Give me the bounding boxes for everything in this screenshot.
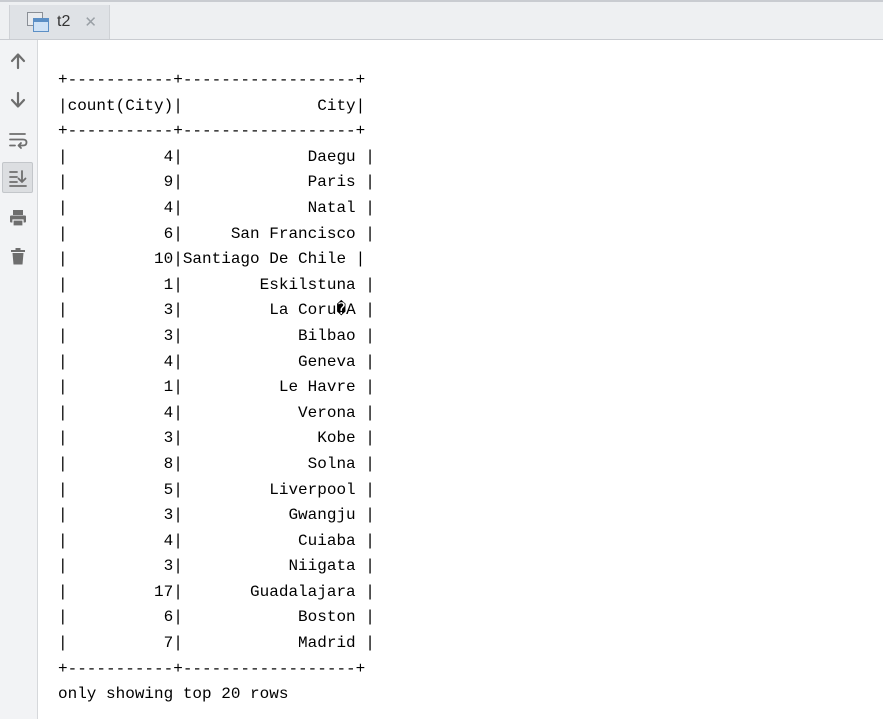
down-button[interactable]: [2, 84, 33, 115]
table-row: | 4| Daegu |: [58, 147, 375, 166]
scroll-to-end-icon: [8, 169, 27, 187]
table-row: | 17| Guadalajara |: [58, 582, 375, 601]
up-button[interactable]: [2, 45, 33, 76]
table-row: | 3| La Coru�A |: [58, 301, 375, 320]
tab-bar: t2 ✕: [0, 0, 883, 40]
table-row: | 4| Cuiaba |: [58, 531, 375, 550]
table-row: | 3| Bilbao |: [58, 326, 375, 345]
table-row: | 5| Liverpool |: [58, 480, 375, 499]
close-icon[interactable]: ✕: [84, 15, 97, 30]
tab-title: t2: [57, 13, 71, 30]
trash-icon: [10, 247, 25, 264]
table-row: | 9| Paris |: [58, 173, 375, 192]
table-border-bottom: +-----------+------------------+: [58, 659, 366, 678]
soft-wrap-button[interactable]: [2, 124, 33, 155]
table-row: | 6| San Francisco |: [58, 224, 375, 243]
run-console-window: t2 ✕ +-----------+------------------+ |c…: [0, 0, 883, 719]
console-window-icon: [27, 12, 49, 32]
table-row: | 1| Le Havre |: [58, 378, 375, 397]
console-toolbar: [0, 40, 38, 719]
soft-wrap-icon: [8, 132, 27, 149]
print-button[interactable]: [2, 202, 33, 233]
table-row: | 3| Kobe |: [58, 429, 375, 448]
table-row: | 10|Santiago De Chile |: [58, 250, 366, 269]
table-row: | 1| Eskilstuna |: [58, 275, 375, 294]
print-icon: [9, 209, 26, 227]
table-row: | 4| Verona |: [58, 403, 375, 422]
arrow-down-icon: [10, 91, 25, 108]
scroll-to-end-button[interactable]: [2, 162, 33, 193]
table-row: | 6| Boston |: [58, 608, 375, 627]
footer-text: only showing top 20 rows: [58, 685, 289, 704]
table-row: | 4| Geneva |: [58, 352, 375, 371]
console-output: +-----------+------------------+ |count(…: [58, 68, 375, 708]
tab-t2[interactable]: t2 ✕: [9, 5, 110, 39]
table-row: | 3| Niigata |: [58, 557, 375, 576]
table-row: | 7| Madrid |: [58, 634, 375, 653]
table-row: | 3| Gwangju |: [58, 506, 375, 525]
table-row: | 8| Solna |: [58, 454, 375, 473]
arrow-up-icon: [10, 52, 25, 69]
table-border-header: +-----------+------------------+: [58, 122, 366, 141]
table-header: |count(City)| City|: [58, 96, 366, 115]
table-border-top: +-----------+------------------+: [58, 71, 366, 89]
table-row: | 4| Natal |: [58, 198, 375, 217]
clear-all-button[interactable]: [2, 240, 33, 271]
